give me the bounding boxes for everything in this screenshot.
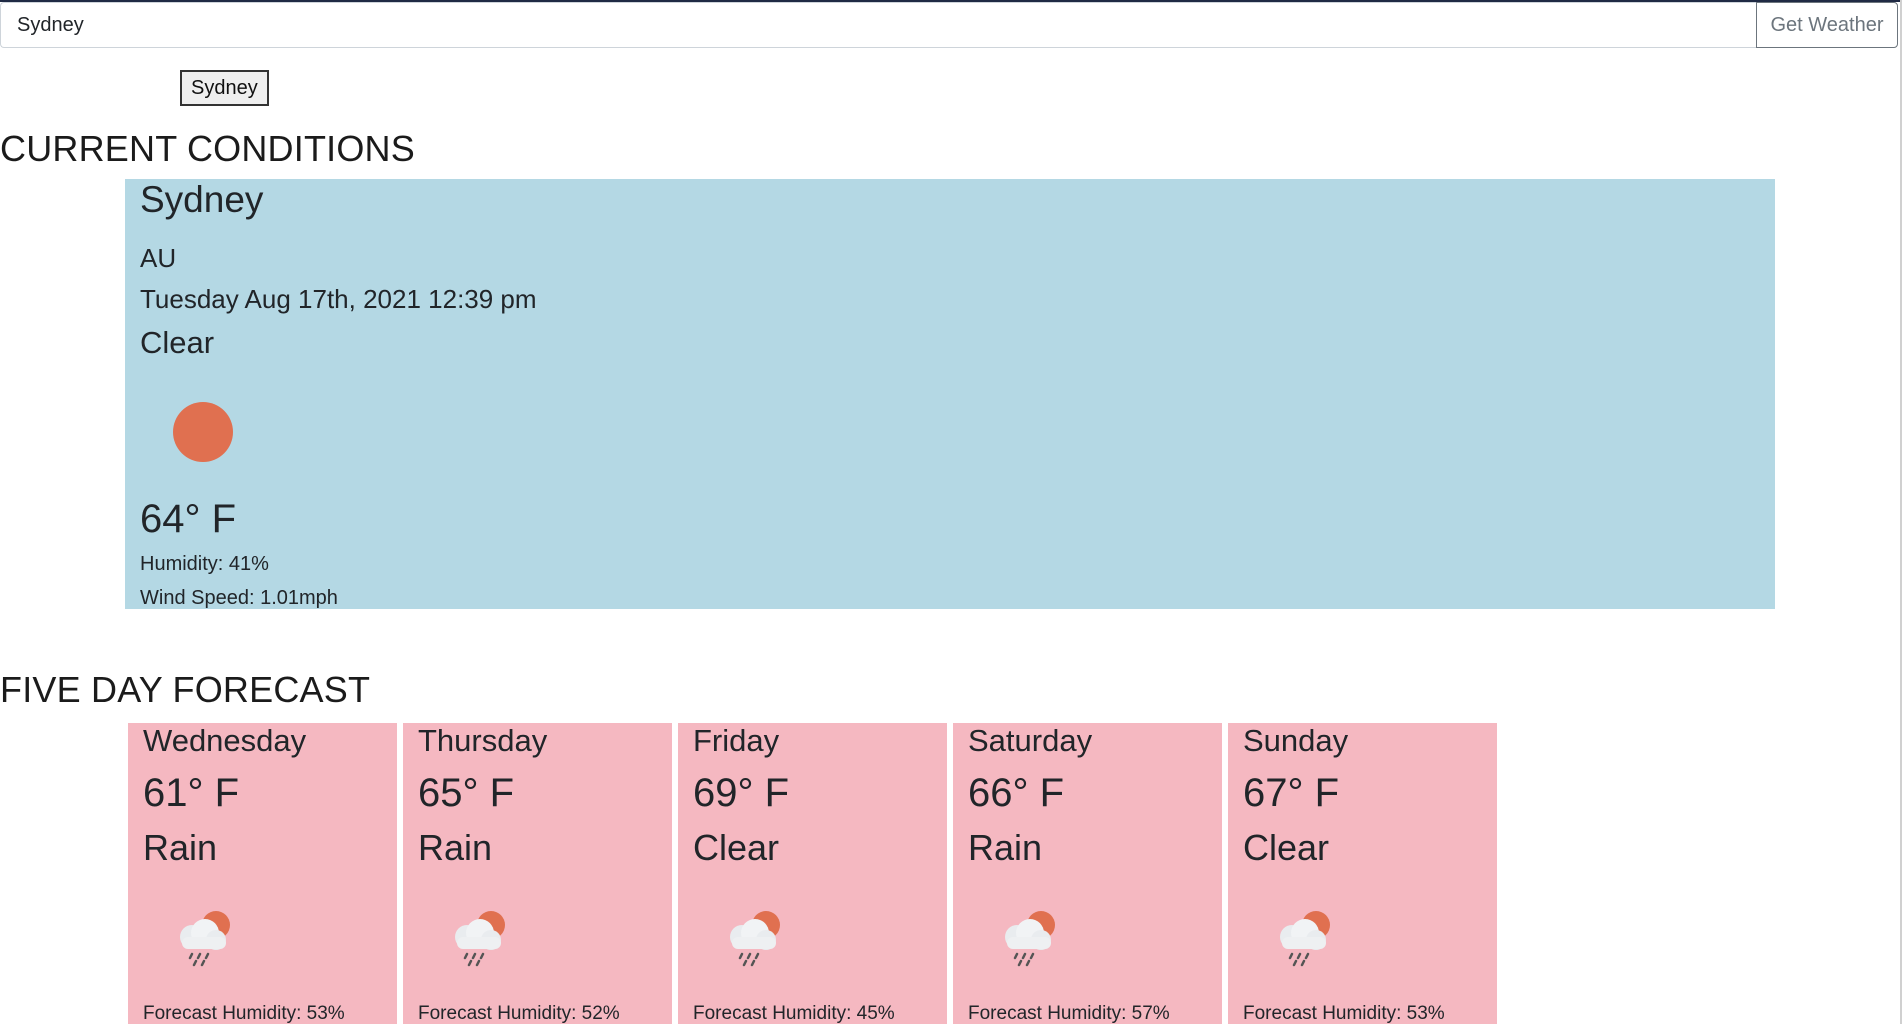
- forecast-temperature: 67° F: [1243, 771, 1340, 815]
- current-country: AU: [140, 243, 177, 273]
- rain-cloud-icon: [1280, 911, 1330, 967]
- current-datetime: Tuesday Aug 17th, 2021 12:39 pm: [140, 284, 537, 314]
- forecast-day: Sunday: [1243, 723, 1349, 758]
- forecast-row: Wednesday 61° F Rain Forecast Humidity: …: [128, 723, 1497, 1024]
- rain-cloud-icon: [1005, 911, 1055, 967]
- current-humidity: Humidity: 41%: [140, 553, 269, 575]
- forecast-humidity: Forecast Humidity: 52%: [418, 1003, 620, 1024]
- forecast-condition: Rain: [143, 827, 218, 868]
- forecast-day: Wednesday: [143, 723, 307, 758]
- current-wind-speed: Wind Speed: 1.01mph: [140, 587, 338, 609]
- forecast-card: Wednesday 61° F Rain Forecast Humidity: …: [128, 723, 397, 1024]
- weather-dashboard: Get Weather Sydney CURRENT CONDITIONS Sy…: [0, 0, 1902, 1024]
- forecast-condition: Clear: [1243, 827, 1330, 868]
- current-condition: Clear: [140, 325, 215, 360]
- forecast-card: Saturday 66° F Rain Forecast Humidity: 5…: [953, 723, 1222, 1024]
- forecast-temperature: 69° F: [693, 771, 790, 815]
- get-weather-button[interactable]: Get Weather: [1756, 2, 1898, 48]
- rain-cloud-icon: [180, 911, 230, 967]
- current-conditions-heading: CURRENT CONDITIONS: [0, 128, 415, 169]
- forecast-card: Thursday 65° F Rain Forecast Humidity: 5…: [403, 723, 672, 1024]
- forecast-temperature: 65° F: [418, 771, 515, 815]
- forecast-card: Sunday 67° F Clear Forecast Humidity: 53…: [1228, 723, 1497, 1024]
- forecast-humidity: Forecast Humidity: 45%: [693, 1003, 895, 1024]
- forecast-temperature: 61° F: [143, 771, 240, 815]
- forecast-temperature: 66° F: [968, 771, 1065, 815]
- forecast-day: Thursday: [418, 723, 548, 758]
- forecast-day: Saturday: [968, 723, 1093, 758]
- current-city: Sydney: [140, 179, 264, 220]
- forecast-humidity: Forecast Humidity: 57%: [968, 1003, 1170, 1024]
- rain-cloud-icon: [455, 911, 505, 967]
- city-search-input[interactable]: [0, 2, 1756, 48]
- forecast-condition: Rain: [418, 827, 493, 868]
- five-day-forecast-heading: FIVE DAY FORECAST: [0, 669, 371, 710]
- forecast-humidity: Forecast Humidity: 53%: [143, 1003, 345, 1024]
- rain-cloud-icon: [730, 911, 780, 967]
- forecast-condition: Rain: [968, 827, 1043, 868]
- history-city-button-sydney[interactable]: Sydney: [180, 70, 269, 106]
- forecast-card: Friday 69° F Clear Forecast Humidity: 45…: [678, 723, 947, 1024]
- sun-icon: [173, 402, 233, 462]
- current-temperature: 64° F: [140, 497, 237, 541]
- forecast-humidity: Forecast Humidity: 53%: [1243, 1003, 1445, 1024]
- forecast-day: Friday: [693, 723, 780, 758]
- forecast-condition: Clear: [693, 827, 780, 868]
- current-conditions-card: Sydney AU Tuesday Aug 17th, 2021 12:39 p…: [125, 179, 1775, 609]
- search-bar: Get Weather: [0, 2, 1898, 48]
